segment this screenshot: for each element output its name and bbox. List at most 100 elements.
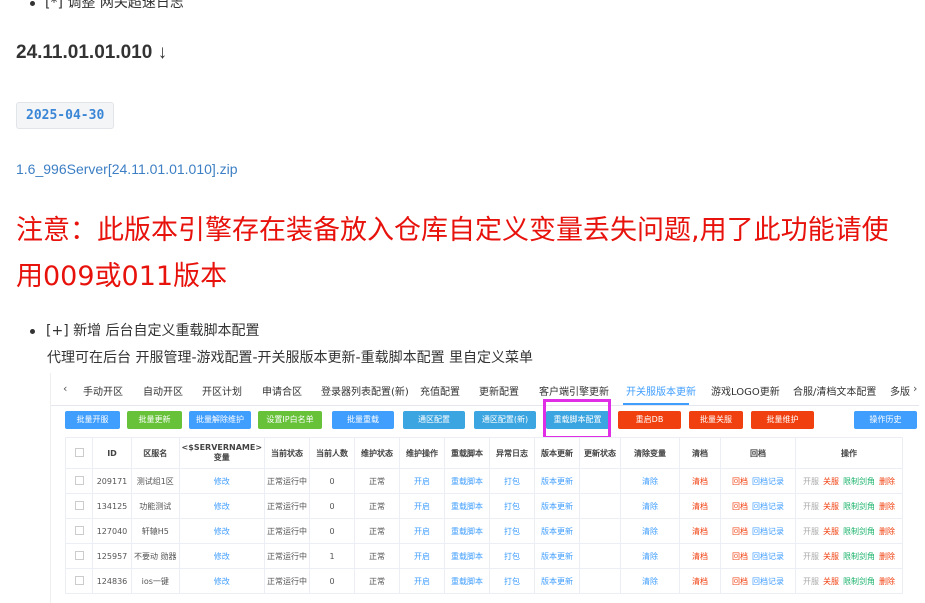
select-all-checkbox[interactable] bbox=[65, 437, 93, 469]
open-server-link[interactable]: 开服 bbox=[803, 527, 819, 536]
version-update-link[interactable]: 版本更新 bbox=[534, 468, 581, 494]
tab-item[interactable]: 充值配置 bbox=[420, 383, 460, 398]
rollback-link[interactable]: 回档 bbox=[732, 502, 748, 511]
tab-scroll-right-icon[interactable]: › bbox=[913, 382, 917, 395]
reload-script-link[interactable]: 重载脚本 bbox=[444, 493, 491, 519]
row-checkbox[interactable] bbox=[65, 468, 93, 494]
limit-link[interactable]: 限制剑角 bbox=[843, 552, 875, 561]
open-server-link[interactable]: 开服 bbox=[803, 477, 819, 486]
maint-toggle-link[interactable]: 开启 bbox=[399, 568, 446, 594]
batch-update-button[interactable]: 批量更新 bbox=[127, 411, 182, 429]
rollback-record-link[interactable]: 回档记录 bbox=[752, 552, 784, 561]
version-update-link[interactable]: 版本更新 bbox=[534, 568, 581, 594]
rollback-link[interactable]: 回档 bbox=[732, 527, 748, 536]
zone-config-new-button[interactable]: 通区配置(新) bbox=[474, 411, 536, 429]
pack-log-link[interactable]: 打包 bbox=[489, 468, 536, 494]
edit-var-link[interactable]: 修改 bbox=[178, 568, 266, 594]
open-server-link[interactable]: 开服 bbox=[803, 552, 819, 561]
version-update-link[interactable]: 版本更新 bbox=[534, 493, 581, 519]
tab-item[interactable]: 合服/清档文本配置 bbox=[793, 383, 876, 398]
tab-item[interactable]: 开区计划 bbox=[202, 383, 242, 398]
batch-open-button[interactable]: 批量开服 bbox=[65, 411, 120, 429]
rollback-record-link[interactable]: 回档记录 bbox=[752, 477, 784, 486]
delete-link[interactable]: 删除 bbox=[879, 552, 895, 561]
row-checkbox[interactable] bbox=[65, 568, 93, 594]
close-server-link[interactable]: 关服 bbox=[823, 502, 839, 511]
close-server-link[interactable]: 关服 bbox=[823, 552, 839, 561]
tab-item[interactable]: 游戏LOGO更新 bbox=[711, 383, 780, 398]
checkbox[interactable] bbox=[74, 500, 84, 510]
wipe-link[interactable]: 清档 bbox=[679, 568, 722, 594]
history-button[interactable]: 操作历史 bbox=[854, 411, 917, 429]
checkbox[interactable] bbox=[74, 447, 84, 457]
open-server-link[interactable]: 开服 bbox=[803, 577, 819, 586]
rollback-record-link[interactable]: 回档记录 bbox=[752, 502, 784, 511]
edit-var-link[interactable]: 修改 bbox=[178, 518, 266, 544]
tab-item[interactable]: 申请合区 bbox=[262, 383, 302, 398]
wipe-link[interactable]: 清档 bbox=[679, 493, 722, 519]
rollback-link[interactable]: 回档 bbox=[732, 552, 748, 561]
pack-log-link[interactable]: 打包 bbox=[489, 568, 536, 594]
batch-unmaintain-button[interactable]: 批量解除维护 bbox=[189, 411, 251, 429]
limit-link[interactable]: 限制剑角 bbox=[843, 527, 875, 536]
ip-whitelist-button[interactable]: 设置IP白名单 bbox=[258, 411, 322, 429]
batch-reload-button[interactable]: 批量重载 bbox=[332, 411, 394, 429]
clear-var-link[interactable]: 清除 bbox=[620, 518, 681, 544]
checkbox[interactable] bbox=[74, 575, 84, 585]
delete-link[interactable]: 删除 bbox=[879, 502, 895, 511]
maint-toggle-link[interactable]: 开启 bbox=[399, 518, 446, 544]
zone-config-button[interactable]: 通区配置 bbox=[403, 411, 465, 429]
wipe-link[interactable]: 清档 bbox=[679, 468, 722, 494]
tab-item[interactable]: 客户端引擎更新 bbox=[539, 383, 609, 398]
version-update-link[interactable]: 版本更新 bbox=[534, 543, 581, 569]
reload-script-link[interactable]: 重载脚本 bbox=[444, 468, 491, 494]
clear-var-link[interactable]: 清除 bbox=[620, 543, 681, 569]
reload-script-link[interactable]: 重载脚本 bbox=[444, 568, 491, 594]
checkbox[interactable] bbox=[74, 525, 84, 535]
wipe-link[interactable]: 清档 bbox=[679, 518, 722, 544]
clear-var-link[interactable]: 清除 bbox=[620, 468, 681, 494]
limit-link[interactable]: 限制剑角 bbox=[843, 477, 875, 486]
reload-script-link[interactable]: 重载脚本 bbox=[444, 518, 491, 544]
tab-item[interactable]: 多版 bbox=[890, 383, 910, 398]
rollback-link[interactable]: 回档 bbox=[732, 577, 748, 586]
edit-var-link[interactable]: 修改 bbox=[178, 543, 266, 569]
row-checkbox[interactable] bbox=[65, 493, 93, 519]
close-server-link[interactable]: 关服 bbox=[823, 477, 839, 486]
batch-close-button[interactable]: 批量关服 bbox=[689, 411, 743, 429]
delete-link[interactable]: 删除 bbox=[879, 527, 895, 536]
maint-toggle-link[interactable]: 开启 bbox=[399, 543, 446, 569]
rollback-record-link[interactable]: 回档记录 bbox=[752, 527, 784, 536]
delete-link[interactable]: 删除 bbox=[879, 577, 895, 586]
tab-item[interactable]: 手动开区 bbox=[83, 383, 123, 398]
rollback-link[interactable]: 回档 bbox=[732, 477, 748, 486]
tab-item[interactable]: 登录器列表配置(新) bbox=[321, 383, 409, 398]
tab-scroll-left-icon[interactable]: ‹ bbox=[63, 382, 67, 395]
batch-maintain-button[interactable]: 批量维护 bbox=[751, 411, 814, 429]
tab-item[interactable]: 自动开区 bbox=[143, 383, 183, 398]
clear-var-link[interactable]: 清除 bbox=[620, 493, 681, 519]
row-checkbox[interactable] bbox=[65, 518, 93, 544]
download-zip-link[interactable]: 1.6_996Server[24.11.01.01.010].zip bbox=[16, 161, 238, 177]
pack-log-link[interactable]: 打包 bbox=[489, 493, 536, 519]
tab-item-active[interactable]: 开关服版本更新 bbox=[626, 383, 696, 398]
checkbox[interactable] bbox=[74, 475, 84, 485]
limit-link[interactable]: 限制剑角 bbox=[843, 577, 875, 586]
version-update-link[interactable]: 版本更新 bbox=[534, 518, 581, 544]
rollback-record-link[interactable]: 回档记录 bbox=[752, 577, 784, 586]
limit-link[interactable]: 限制剑角 bbox=[843, 502, 875, 511]
pack-log-link[interactable]: 打包 bbox=[489, 543, 536, 569]
wipe-link[interactable]: 清档 bbox=[679, 543, 722, 569]
restart-db-button[interactable]: 重启DB bbox=[618, 411, 681, 429]
row-checkbox[interactable] bbox=[65, 543, 93, 569]
delete-link[interactable]: 删除 bbox=[879, 477, 895, 486]
clear-var-link[interactable]: 清除 bbox=[620, 568, 681, 594]
edit-var-link[interactable]: 修改 bbox=[178, 493, 266, 519]
reload-script-link[interactable]: 重载脚本 bbox=[444, 543, 491, 569]
edit-var-link[interactable]: 修改 bbox=[178, 468, 266, 494]
tab-item[interactable]: 更新配置 bbox=[479, 383, 519, 398]
maint-toggle-link[interactable]: 开启 bbox=[399, 493, 446, 519]
version-heading[interactable]: 24.11.01.01.010 ↓ bbox=[16, 42, 167, 64]
close-server-link[interactable]: 关服 bbox=[823, 577, 839, 586]
checkbox[interactable] bbox=[74, 550, 84, 560]
